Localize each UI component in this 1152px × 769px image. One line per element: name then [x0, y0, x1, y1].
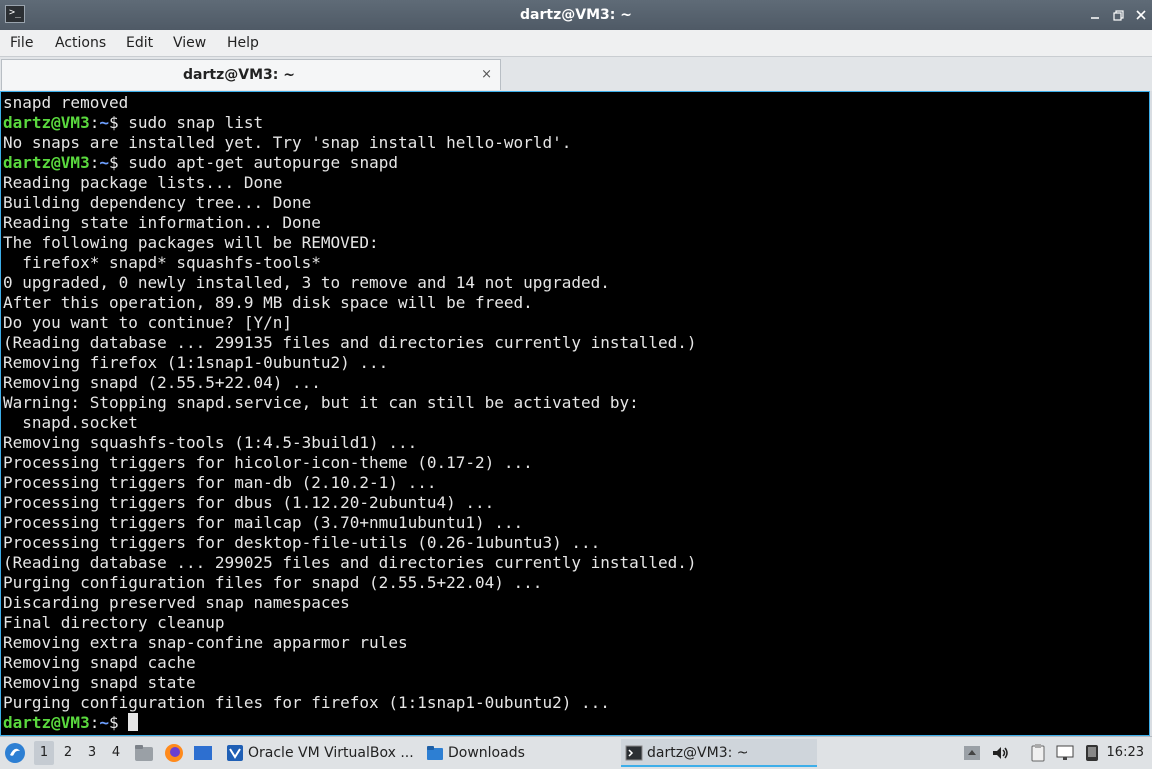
terminal-line: snapd removed: [3, 93, 129, 112]
network-icon[interactable]: [1055, 743, 1075, 763]
terminal-line: The following packages will be REMOVED:: [3, 233, 379, 252]
prompt-symbol: $: [108, 713, 129, 732]
terminal-line: Processing triggers for desktop-file-uti…: [3, 533, 601, 552]
window-titlebar[interactable]: >_ dartz@VM3: ~: [0, 0, 1152, 31]
tray-arrow-icon[interactable]: [962, 743, 982, 763]
terminal-prompt-line: dartz@VM3:~$ sudo apt-get autopurge snap…: [3, 153, 1149, 173]
prompt-symbol: $: [108, 153, 129, 172]
task-virtualbox[interactable]: Oracle VM VirtualBox ...: [222, 739, 418, 767]
workspace-1[interactable]: 1: [34, 741, 54, 765]
terminal-line: Do you want to continue? [Y/n]: [3, 313, 292, 332]
terminal-line: Removing snapd state: [3, 673, 196, 692]
minimize-icon[interactable]: [1086, 6, 1104, 24]
terminal-line: Processing triggers for mailcap (3.70+nm…: [3, 513, 524, 532]
volume-icon[interactable]: [990, 743, 1010, 763]
terminal-line: (Reading database ... 299025 files and d…: [3, 553, 697, 572]
terminal-line: Removing squashfs-tools (1:4.5-3build1) …: [3, 433, 418, 452]
terminal-line: Final directory cleanup: [3, 613, 225, 632]
workspace-3[interactable]: 3: [82, 741, 102, 765]
prompt-separator: :: [89, 713, 100, 732]
prompt-symbol: $: [108, 113, 129, 132]
prompt-path: ~: [99, 153, 109, 172]
terminal-line: 0 upgraded, 0 newly installed, 3 to remo…: [3, 273, 610, 292]
terminal-line: No snaps are installed yet. Try 'snap in…: [3, 133, 572, 152]
workspace-2[interactable]: 2: [58, 741, 78, 765]
window-title: dartz@VM3: ~: [520, 7, 632, 23]
terminal-line: Removing extra snap-confine apparmor rul…: [3, 633, 408, 652]
task-label: dartz@VM3: ~: [647, 745, 749, 761]
restore-icon[interactable]: [1110, 6, 1128, 24]
terminal-view[interactable]: snapd removed dartz@VM3:~$ sudo snap list…: [0, 91, 1150, 736]
terminal-line: snapd.socket: [3, 413, 138, 432]
terminal-line: Processing triggers for hicolor-icon-the…: [3, 453, 533, 472]
terminal-line: After this operation, 89.9 MB disk space…: [3, 293, 533, 312]
terminal-prompt-line: dartz@VM3:~$ sudo snap list: [3, 113, 1149, 133]
menu-file[interactable]: File: [10, 30, 33, 56]
clock[interactable]: 16:23: [1107, 737, 1144, 769]
terminal-line: Processing triggers for dbus (1.12.20-2u…: [3, 493, 495, 512]
tab-terminal[interactable]: dartz@VM3: ~ ×: [1, 59, 501, 90]
terminal-line: firefox* snapd* squashfs-tools*: [3, 253, 321, 272]
task-label: Oracle VM VirtualBox ...: [248, 745, 414, 761]
tab-strip: dartz@VM3: ~ ×: [0, 57, 1152, 91]
folder-icon: [426, 744, 444, 762]
terminal-output: snapd removed dartz@VM3:~$ sudo snap list…: [3, 93, 1149, 733]
tab-close-icon[interactable]: ×: [481, 60, 492, 90]
terminal-prompt-line: dartz@VM3:~$: [3, 713, 1149, 733]
terminal-line: Reading package lists... Done: [3, 173, 283, 192]
prompt-user: dartz@VM3: [3, 153, 90, 172]
menu-edit[interactable]: Edit: [126, 30, 153, 56]
close-icon[interactable]: [1132, 6, 1150, 24]
terminal-icon: [625, 744, 643, 762]
menu-view[interactable]: View: [173, 30, 206, 56]
prompt-path: ~: [99, 113, 109, 132]
app-menu-icon[interactable]: [4, 742, 26, 764]
task-downloads[interactable]: Downloads: [422, 739, 618, 767]
workspace-4[interactable]: 4: [106, 741, 126, 765]
prompt-user: dartz@VM3: [3, 113, 90, 132]
command-text: sudo apt-get autopurge snapd: [128, 153, 398, 172]
terminal-cursor: [128, 713, 139, 731]
terminal-line: Removing snapd (2.55.5+22.04) ...: [3, 373, 321, 392]
menu-actions[interactable]: Actions: [55, 30, 106, 56]
menu-bar: File Actions Edit View Help: [0, 30, 1152, 57]
terminal-line: Warning: Stopping snapd.service, but it …: [3, 393, 639, 412]
command-text: sudo snap list: [128, 113, 264, 132]
file-manager-icon[interactable]: [134, 743, 154, 763]
prompt-separator: :: [89, 153, 100, 172]
prompt-path: ~: [99, 713, 109, 732]
clipboard-icon[interactable]: [1028, 743, 1048, 763]
terminal-line: Purging configuration files for firefox …: [3, 693, 610, 712]
terminal-line: Building dependency tree... Done: [3, 193, 312, 212]
terminal-line: Removing snapd cache: [3, 653, 196, 672]
prompt-separator: :: [89, 113, 100, 132]
terminal-line: Purging configuration files for snapd (2…: [3, 573, 543, 592]
firefox-icon[interactable]: [164, 743, 184, 763]
menu-help[interactable]: Help: [227, 30, 259, 56]
terminal-line: Discarding preserved snap namespaces: [3, 593, 350, 612]
prompt-user: dartz@VM3: [3, 713, 90, 732]
taskbar: 1 2 3 4 Oracle VM VirtualBox ... Downloa…: [0, 736, 1152, 769]
terminal-line: Processing triggers for man-db (2.10.2-1…: [3, 473, 437, 492]
desktop-icon[interactable]: [193, 743, 213, 763]
notification-icon[interactable]: [1082, 743, 1102, 763]
terminal-line: Reading state information... Done: [3, 213, 321, 232]
terminal-line: (Reading database ... 299135 files and d…: [3, 333, 697, 352]
virtualbox-icon: [226, 744, 244, 762]
task-label: Downloads: [448, 745, 525, 761]
tab-label: dartz@VM3: ~: [183, 67, 295, 83]
task-terminal[interactable]: dartz@VM3: ~: [621, 739, 817, 767]
terminal-line: Removing firefox (1:1snap1-0ubuntu2) ...: [3, 353, 389, 372]
